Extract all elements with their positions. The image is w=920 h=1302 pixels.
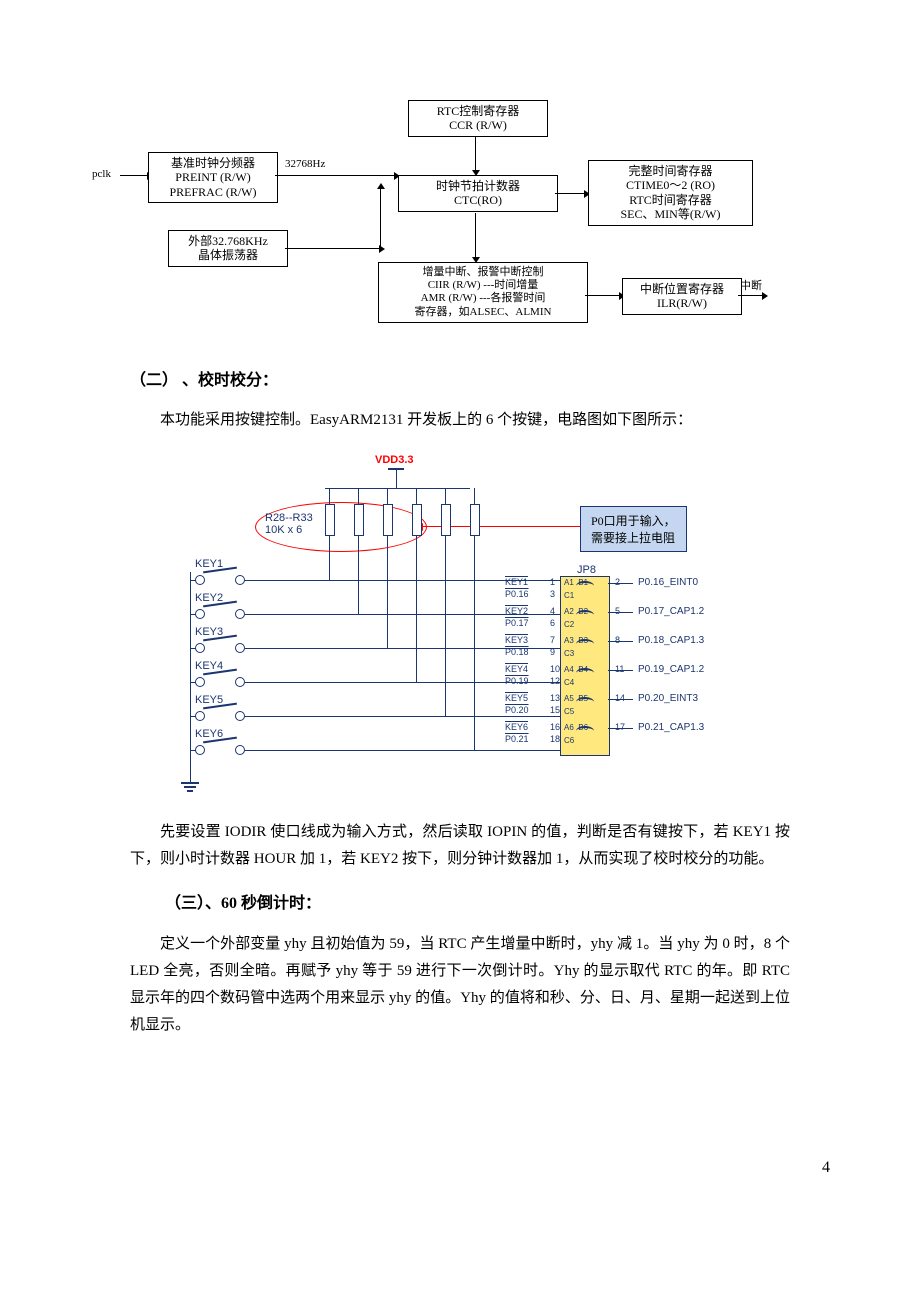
section-3-para: 定义一个外部变量 yhy 且初始值为 59，当 RTC 产生增量中断时，yhy … xyxy=(130,931,790,1039)
jp8-pin-left2: 18 xyxy=(550,734,560,744)
prescaler-box: 基准时钟分频器 PREINT (R/W) PREFRAC (R/W) xyxy=(148,152,278,203)
jp8-c-label: C1 xyxy=(564,591,574,600)
jp8-jumper xyxy=(576,581,594,591)
jp8-port-name: P0.18_CAP1.3 xyxy=(638,635,704,646)
jp8-label: JP8 xyxy=(577,564,596,576)
key-switch xyxy=(195,572,245,586)
jp8-port-left: P0.19 xyxy=(505,676,529,686)
jp8-c-label: C3 xyxy=(564,649,574,658)
jp8-c-label: C2 xyxy=(564,620,574,629)
pull-up-resistor xyxy=(441,504,451,536)
jp8-port-name: P0.17_CAP1.2 xyxy=(638,606,704,617)
ctc-to-time-arrow xyxy=(555,193,585,194)
pclk-label: pclk xyxy=(92,168,111,181)
jp8-pin-left2: 15 xyxy=(550,705,560,715)
prescaler-to-ctc-arrow xyxy=(275,175,395,176)
jp8-pin-left: 7 xyxy=(550,635,555,645)
jp8-pin-left: 16 xyxy=(550,722,560,732)
jp8-port-left: P0.16 xyxy=(505,589,529,599)
jp8-pin-right: 5 xyxy=(615,606,620,616)
jp8-pin-right: 8 xyxy=(615,635,620,645)
ilr-box: 中断位置寄存器 ILR(R/W) xyxy=(622,278,742,315)
rtc-block-diagram: pclk 基准时钟分频器 PREINT (R/W) PREFRAC (R/W) … xyxy=(120,100,770,330)
jp8-c-label: C4 xyxy=(564,678,574,687)
jp8-pin-left2: 12 xyxy=(550,676,560,686)
jp8-jumper xyxy=(576,610,594,620)
jp8-key-label: KEY1 xyxy=(505,577,528,587)
key-switch xyxy=(195,606,245,620)
pull-up-resistor xyxy=(470,504,480,536)
key-switch xyxy=(195,708,245,722)
jp8-key-label: KEY5 xyxy=(505,693,528,703)
jp8-port-name: P0.20_EINT3 xyxy=(638,693,698,704)
jp8-key-label: KEY4 xyxy=(505,664,528,674)
callout-box: P0口用于输入， 需要接上拉电阻 xyxy=(580,506,687,552)
section-2-title: （二） 、校时校分： xyxy=(130,370,830,392)
jp8-port-left: P0.18 xyxy=(505,647,529,657)
jp8-c-label: C6 xyxy=(564,736,574,745)
section-2-para: 本功能采用按键控制。EasyARM2131 开发板上的 6 个按键，电路图如下图… xyxy=(130,407,790,434)
jp8-pin-left: 1 xyxy=(550,577,555,587)
ccr-to-ctc-arrow xyxy=(475,136,476,171)
jp8-pin-left2: 6 xyxy=(550,618,555,628)
jp8-port-left: P0.20 xyxy=(505,705,529,715)
to-ilr-arrow xyxy=(585,295,620,296)
key-switch xyxy=(195,742,245,756)
jp8-pin-right: 17 xyxy=(615,722,625,732)
pull-up-resistor xyxy=(412,504,422,536)
jp8-jumper xyxy=(576,697,594,707)
pull-up-resistor xyxy=(383,504,393,536)
ccr-box: RTC控制寄存器 CCR (R/W) xyxy=(408,100,548,137)
ctc-down-arrow xyxy=(475,213,476,258)
jp8-port-name: P0.19_CAP1.2 xyxy=(638,664,704,675)
xtal-box: 外部32.768KHz 晶体振荡器 xyxy=(168,230,288,267)
resistor-label: R28--R33 10K x 6 xyxy=(265,512,313,536)
pull-up-resistor xyxy=(325,504,335,536)
key-switch xyxy=(195,674,245,688)
jp8-pin-right: 2 xyxy=(615,577,620,587)
jp8-key-label: KEY6 xyxy=(505,722,528,732)
pclk-arrow xyxy=(120,175,148,176)
jp8-key-label: KEY3 xyxy=(505,635,528,645)
page-number: 4 xyxy=(0,1159,830,1177)
jp8-port-name: P0.21_CAP1.3 xyxy=(638,722,704,733)
jp8-pin-left: 4 xyxy=(550,606,555,616)
pull-up-resistor xyxy=(354,504,364,536)
jp8-port-name: P0.16_EINT0 xyxy=(638,577,698,588)
jp8-pin-left: 10 xyxy=(550,664,560,674)
jp8-port-left: P0.21 xyxy=(505,734,529,744)
jp8-jumper xyxy=(576,639,594,649)
ilr-out-arrow xyxy=(738,295,763,296)
jp8-pin-left2: 3 xyxy=(550,589,555,599)
vdd-bus xyxy=(325,488,470,489)
gnd-wire xyxy=(190,572,191,782)
jp8-pin-right: 14 xyxy=(615,693,625,703)
jp8-key-label: KEY2 xyxy=(505,606,528,616)
gnd-symbol xyxy=(181,782,199,792)
jp8-jumper xyxy=(576,668,594,678)
jp8-pin-right: 11 xyxy=(615,664,624,674)
vdd-label: VDD3.3 xyxy=(375,454,414,466)
xtal-arrow xyxy=(285,248,380,249)
ctc-box: 时钟节拍计数器 CTC(RO) xyxy=(398,175,558,212)
jp8-jumper xyxy=(576,726,594,736)
jp8-c-label: C5 xyxy=(564,707,574,716)
jp8-port-left: P0.17 xyxy=(505,618,529,628)
key-circuit-diagram: VDD3.3 R28--R33 10K x 6 P0口用于输入， 需要接上拉电阻… xyxy=(160,454,760,794)
jp8-pin-left: 13 xyxy=(550,693,560,703)
time-reg-box: 完整时间寄存器 CTIME0～2 (RO) RTC时间寄存器 SEC、MIN等(… xyxy=(588,160,753,226)
section-3-title: （三）、60 秒倒计时： xyxy=(165,893,830,915)
section-2b-para: 先要设置 IODIR 使口线成为输入方式，然后读取 IOPIN 的值，判断是否有… xyxy=(130,819,790,873)
xtal-up xyxy=(380,188,381,248)
key-switch xyxy=(195,640,245,654)
freq-label: 32768Hz xyxy=(285,158,325,171)
ciir-amr-box: 增量中断、报警中断控制 CIIR (R/W) ---时间增量 AMR (R/W)… xyxy=(378,262,588,323)
jp8-pin-left2: 9 xyxy=(550,647,555,657)
int-out-label: 中断 xyxy=(740,280,762,293)
